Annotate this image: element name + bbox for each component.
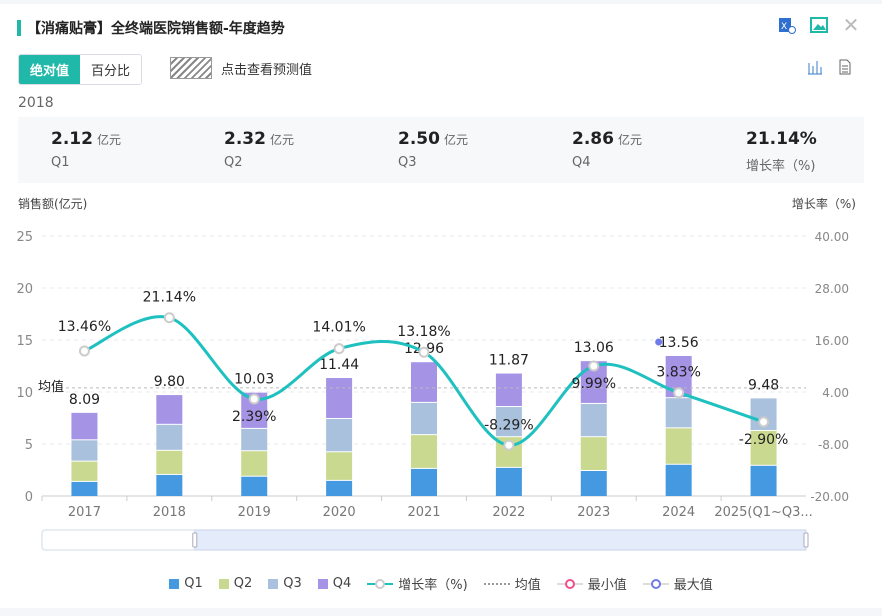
legend: Q1 Q2 Q3 Q4 增长率（%) 均值 最小值 最大值 xyxy=(0,574,882,593)
legend-label: 均值 xyxy=(514,578,541,593)
total-label: 8.09 xyxy=(69,392,100,408)
x-tick-label: 2020 xyxy=(323,505,356,520)
bar-q1-2024 xyxy=(665,464,692,496)
bar-q4-2022 xyxy=(495,373,522,407)
total-label: 10.03 xyxy=(234,372,274,388)
x-tick-label: 2019 xyxy=(238,505,271,520)
legend-label: Q1 xyxy=(184,576,203,591)
legend-q3[interactable]: Q3 xyxy=(268,576,302,591)
growth-label: 9.99% xyxy=(572,376,616,392)
right-tick-label: 40.00 xyxy=(815,230,849,244)
legend-q2[interactable]: Q2 xyxy=(218,576,253,591)
x-tick-label: 2024 xyxy=(662,505,695,520)
growth-point xyxy=(673,387,685,399)
x-tick-label: 2025(Q1~Q3... xyxy=(714,505,812,520)
zoom-handle-left[interactable] xyxy=(192,532,198,548)
right-tick-label: -20.00 xyxy=(810,490,849,504)
bar-q1-2023 xyxy=(580,471,607,496)
sales-growth-chart: 0 -20.00 5 -8.00 10 4.00 15 16.00 20 28.00 25 40.00… xyxy=(16,230,849,551)
legend-mean[interactable]: 均值 xyxy=(483,574,541,593)
growth-point xyxy=(163,312,175,324)
x-tick-label: 2018 xyxy=(153,505,186,520)
growth-label: 13.46% xyxy=(58,319,111,335)
right-tick-label: 4.00 xyxy=(822,386,849,400)
bar-q4-2017 xyxy=(71,412,98,440)
total-label: 9.48 xyxy=(748,377,779,393)
x-tick-label: 2022 xyxy=(492,505,525,520)
bar-q1-2022 xyxy=(495,467,522,496)
legend-growth[interactable]: 增长率（%) xyxy=(367,574,468,593)
bar-q1-2019 xyxy=(241,476,268,496)
zoom-slider-window[interactable] xyxy=(194,529,807,551)
growth-point xyxy=(503,439,515,451)
bar-q3-2021 xyxy=(411,402,437,435)
bar-q4-2020 xyxy=(326,378,353,418)
legend-q1[interactable]: Q1 xyxy=(169,576,203,591)
mean-label: 均值 xyxy=(38,379,64,395)
growth-point xyxy=(758,416,770,428)
growth-point xyxy=(248,393,260,405)
legend-label: 最小值 xyxy=(587,578,627,593)
bar-q4-2018 xyxy=(156,395,183,424)
right-tick-label: -8.00 xyxy=(818,438,849,452)
right-tick-label: 28.00 xyxy=(815,282,849,296)
bar-q2-2019 xyxy=(241,451,268,476)
growth-point xyxy=(333,343,345,355)
total-label: 11.44 xyxy=(319,357,359,373)
bar-q3-2020 xyxy=(326,419,353,452)
growth-label: 13.18% xyxy=(397,324,450,340)
legend-label: 最大值 xyxy=(673,578,713,593)
legend-min[interactable]: 最小值 xyxy=(556,574,627,593)
bar-q3-2019 xyxy=(241,428,268,451)
bar-q2-2023 xyxy=(580,437,607,470)
bar-q2-2020 xyxy=(326,452,353,480)
left-tick-label: 5 xyxy=(25,438,33,453)
growth-label: 3.83% xyxy=(656,365,700,381)
bar-q1-2020 xyxy=(326,480,353,496)
left-tick-label: 20 xyxy=(16,282,33,297)
growth-label: -8.29% xyxy=(484,417,534,433)
left-tick-label: 0 xyxy=(25,490,33,505)
total-label: 13.06 xyxy=(574,340,614,356)
growth-point xyxy=(78,345,90,357)
left-tick-label: 15 xyxy=(16,334,33,349)
x-tick-label: 2021 xyxy=(407,505,440,520)
bar-q2-2024 xyxy=(665,428,692,464)
bar-q2-2017 xyxy=(71,461,98,481)
x-tick-label: 2017 xyxy=(68,505,101,520)
bar-q2-2018 xyxy=(156,450,183,474)
left-tick-label: 25 xyxy=(16,230,33,245)
growth-label: 2.39% xyxy=(232,409,276,425)
growth-label: 14.01% xyxy=(312,320,365,336)
growth-label: -2.90% xyxy=(739,432,789,448)
max-value-marker xyxy=(655,338,663,346)
bar-q3-2024 xyxy=(665,398,692,428)
total-label: 11.87 xyxy=(489,353,529,369)
bar-q1-2021 xyxy=(411,468,437,496)
right-tick-label: 16.00 xyxy=(815,334,849,348)
legend-q4[interactable]: Q4 xyxy=(317,576,352,591)
legend-max[interactable]: 最大值 xyxy=(642,574,713,593)
legend-label: Q3 xyxy=(283,576,302,591)
bar-q1-2025(Q1~Q3... xyxy=(750,465,777,496)
total-label: 13.56 xyxy=(659,335,699,351)
bar-q4-2021 xyxy=(411,362,437,402)
bar-q2-2021 xyxy=(411,435,437,468)
legend-label: 增长率（%) xyxy=(398,578,468,593)
zoom-handle-right[interactable] xyxy=(803,532,809,548)
growth-point xyxy=(418,346,430,358)
bar-q1-2017 xyxy=(71,481,98,496)
bar-q1-2018 xyxy=(156,474,183,496)
growth-point xyxy=(588,360,600,372)
legend-label: Q4 xyxy=(332,576,352,591)
bar-q3-2023 xyxy=(580,403,607,437)
bar-q3-2017 xyxy=(71,440,98,461)
legend-label: Q2 xyxy=(233,576,253,591)
left-tick-label: 10 xyxy=(16,386,33,401)
x-tick-label: 2023 xyxy=(577,505,610,520)
growth-label: 21.14% xyxy=(143,290,196,306)
bar-q3-2018 xyxy=(156,424,183,450)
